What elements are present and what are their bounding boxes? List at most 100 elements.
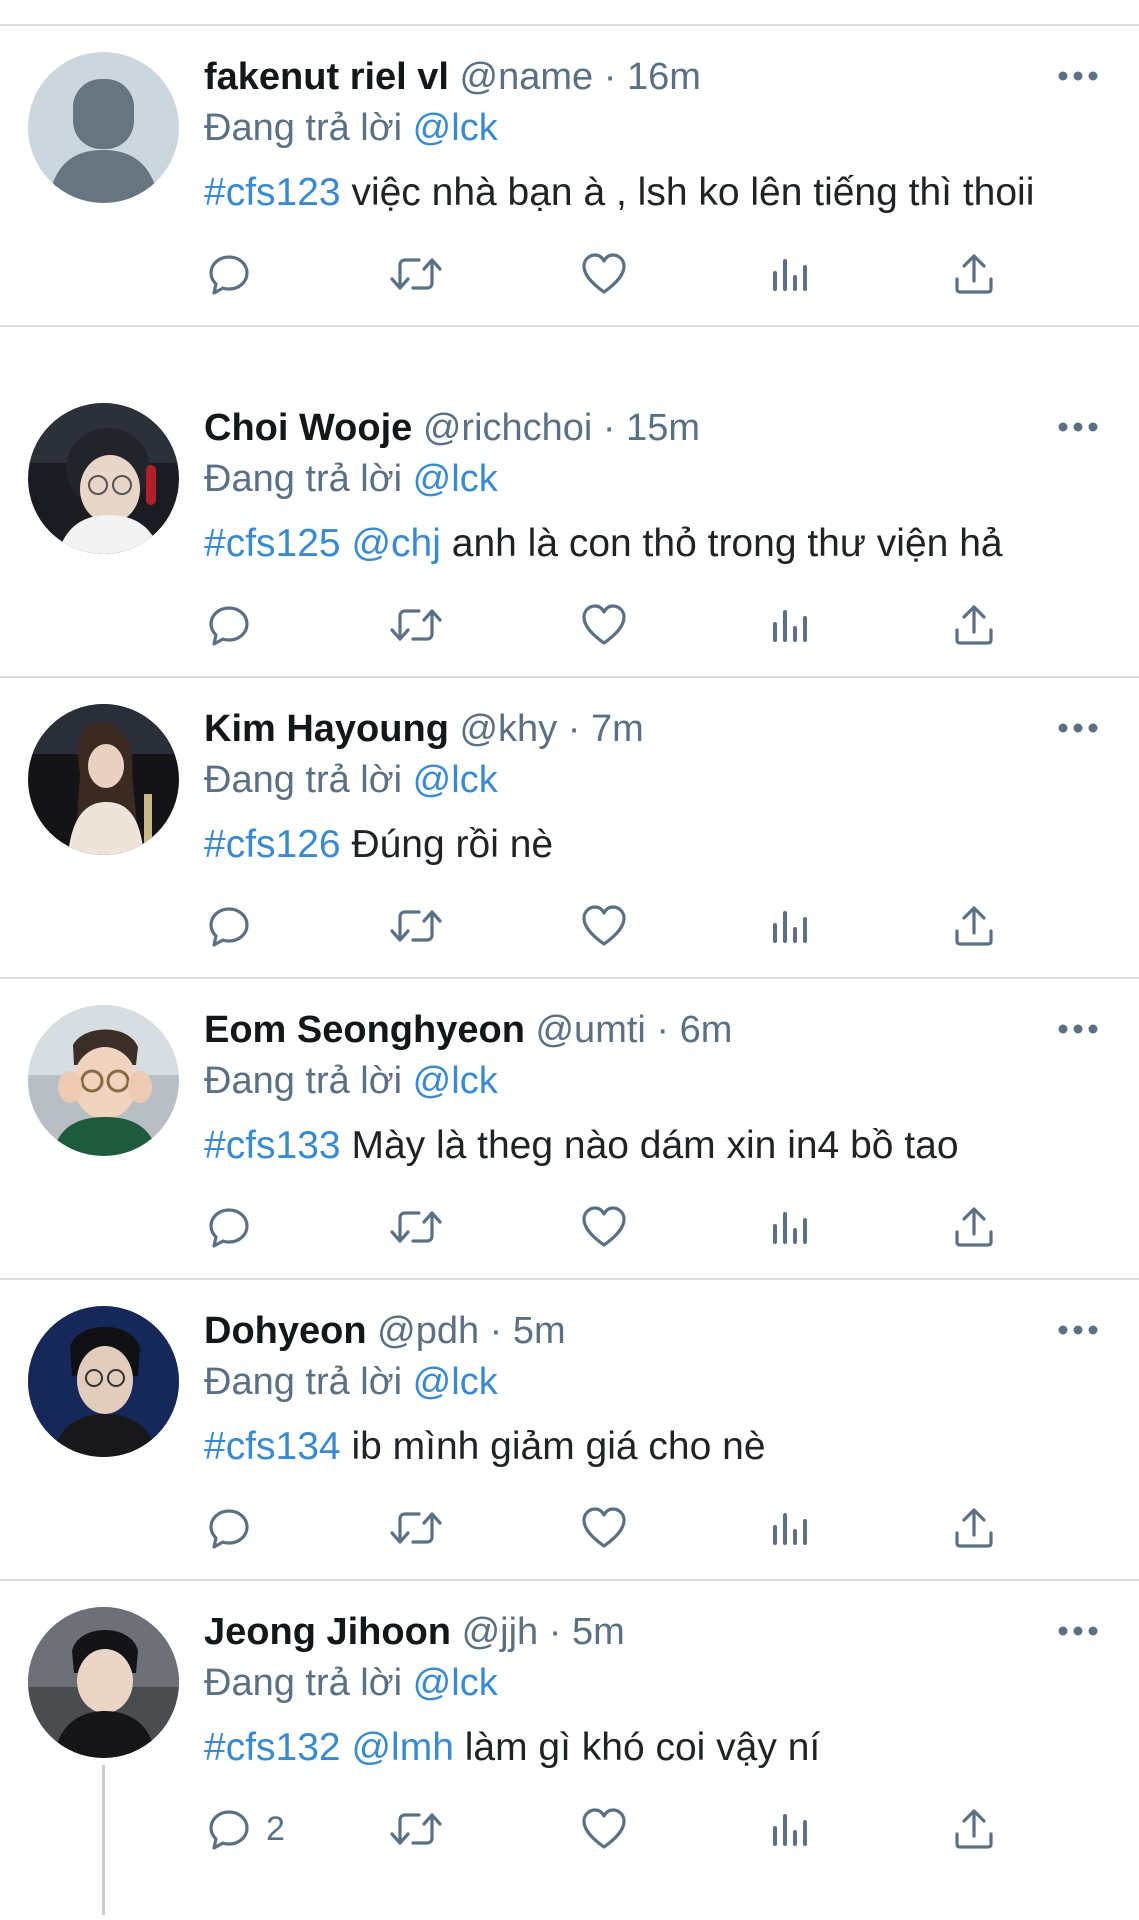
share-button[interactable] [952, 595, 996, 655]
tweet[interactable]: Jeong Jihoon @jjh · 5m Đang trả lời @lck… [0, 1581, 1139, 1920]
hashtag-link[interactable]: #cfs134 [204, 1425, 341, 1468]
retweet-button[interactable] [389, 244, 443, 304]
more-icon[interactable] [1056, 66, 1100, 86]
share-button[interactable] [952, 1799, 996, 1859]
retweet-button[interactable] [389, 595, 443, 655]
reply-button[interactable] [206, 244, 252, 304]
reply-button[interactable]: 2 [206, 1799, 285, 1859]
replying-to: Đang trả lời @lck [204, 1056, 498, 1106]
timestamp[interactable]: 6m [680, 1009, 733, 1051]
share-button[interactable] [952, 1197, 996, 1257]
timestamp[interactable]: 5m [572, 1611, 625, 1653]
more-icon[interactable] [1056, 1621, 1100, 1641]
reply-button[interactable] [206, 595, 252, 655]
tweet[interactable]: Choi Wooje @richchoi · 15m Đang trả lời … [0, 377, 1139, 678]
views-button[interactable] [770, 1197, 810, 1257]
tweet[interactable]: Eom Seonghyeon @umti · 6m Đang trả lời @… [0, 979, 1139, 1280]
like-button[interactable] [580, 1197, 628, 1257]
views-button[interactable] [770, 1498, 810, 1558]
tweet[interactable]: fakenut riel vl @name · 16m Đang trả lời… [0, 26, 1139, 327]
action-bar: 2 [0, 1799, 1139, 1859]
share-icon [952, 251, 996, 297]
display-name[interactable]: Kim Hayoung [204, 708, 449, 750]
avatar-dohyeon[interactable] [28, 1306, 179, 1457]
user-handle[interactable]: @richchoi [423, 407, 593, 449]
display-name[interactable]: fakenut riel vl [204, 56, 449, 98]
like-button[interactable] [580, 1799, 628, 1859]
action-bar [0, 244, 1139, 304]
timestamp[interactable]: 15m [626, 407, 700, 449]
retweet-button[interactable] [389, 1498, 443, 1558]
reply-icon [206, 1204, 252, 1250]
retweet-button[interactable] [389, 896, 443, 956]
replying-to-mention[interactable]: @lck [413, 1361, 498, 1403]
retweet-button[interactable] [389, 1197, 443, 1257]
reply-button[interactable] [206, 896, 252, 956]
hashtag-link[interactable]: #cfs125 [204, 522, 341, 565]
timestamp[interactable]: 16m [627, 56, 701, 98]
tweet-text: #cfs133 Mày là theg nào dám xin in4 bồ t… [204, 1121, 1084, 1171]
mention-link[interactable]: @chj [351, 522, 440, 565]
tweet-text: #cfs134 ib mình giảm giá cho nè [204, 1422, 1084, 1472]
views-button[interactable] [770, 595, 810, 655]
avatar-choi-wooje[interactable] [28, 403, 179, 554]
retweet-icon [389, 1204, 443, 1250]
tweet-body: Đúng rồi nè [351, 823, 554, 866]
display-name[interactable]: Jeong Jihoon [204, 1611, 451, 1653]
more-icon[interactable] [1056, 718, 1100, 738]
share-button[interactable] [952, 244, 996, 304]
user-handle[interactable]: @name [460, 56, 594, 98]
mention-link[interactable]: @lmh [351, 1726, 453, 1769]
replying-to-mention[interactable]: @lck [413, 1662, 498, 1704]
reply-button[interactable] [206, 1197, 252, 1257]
display-name[interactable]: Eom Seonghyeon [204, 1009, 525, 1051]
replying-to-mention[interactable]: @lck [413, 1060, 498, 1102]
tweet-header: Choi Wooje @richchoi · 15m [204, 403, 700, 453]
more-icon[interactable] [1056, 417, 1100, 437]
user-handle[interactable]: @pdh [377, 1310, 479, 1352]
tweet-text: #cfs132 @lmh làm gì khó coi vậy ní [204, 1723, 1084, 1773]
retweet-icon [389, 903, 443, 949]
share-button[interactable] [952, 896, 996, 956]
views-icon [770, 1806, 810, 1852]
user-handle[interactable]: @jjh [462, 1611, 539, 1653]
replying-to-mention[interactable]: @lck [413, 458, 498, 500]
hashtag-link[interactable]: #cfs133 [204, 1124, 341, 1167]
tweet-divider [0, 325, 1139, 327]
hashtag-link[interactable]: #cfs123 [204, 171, 341, 214]
views-icon [770, 251, 810, 297]
timestamp[interactable]: 7m [591, 708, 644, 750]
views-button[interactable] [770, 1799, 810, 1859]
tweet-header: Kim Hayoung @khy · 7m [204, 704, 644, 754]
avatar-jeong-jihoon[interactable] [28, 1607, 179, 1758]
timestamp[interactable]: 5m [513, 1310, 566, 1352]
like-button[interactable] [580, 896, 628, 956]
like-button[interactable] [580, 595, 628, 655]
more-icon[interactable] [1056, 1320, 1100, 1340]
like-button[interactable] [580, 244, 628, 304]
hashtag-link[interactable]: #cfs126 [204, 823, 341, 866]
share-button[interactable] [952, 1498, 996, 1558]
views-button[interactable] [770, 244, 810, 304]
reply-button[interactable] [206, 1498, 252, 1558]
hashtag-link[interactable]: #cfs132 [204, 1726, 341, 1769]
like-button[interactable] [580, 1498, 628, 1558]
display-name[interactable]: Choi Wooje [204, 407, 412, 449]
views-button[interactable] [770, 896, 810, 956]
tweet[interactable]: Kim Hayoung @khy · 7m Đang trả lời @lck … [0, 678, 1139, 979]
tweet[interactable]: Dohyeon @pdh · 5m Đang trả lời @lck #cfs… [0, 1280, 1139, 1581]
avatar-eom-seonghyeon[interactable] [28, 1005, 179, 1156]
user-handle[interactable]: @umti [535, 1009, 645, 1051]
user-handle[interactable]: @khy [459, 708, 557, 750]
avatar-default[interactable] [28, 52, 179, 203]
views-icon [770, 602, 810, 648]
replying-to-mention[interactable]: @lck [413, 107, 498, 149]
display-name[interactable]: Dohyeon [204, 1310, 367, 1352]
retweet-button[interactable] [389, 1799, 443, 1859]
tweet-body: việc nhà bạn à , lsh ko lên tiếng thì th… [351, 171, 1035, 214]
replying-to-mention[interactable]: @lck [413, 759, 498, 801]
action-bar [0, 595, 1139, 655]
avatar-kim-hayoung[interactable] [28, 704, 179, 855]
retweet-icon [389, 1806, 443, 1852]
more-icon[interactable] [1056, 1019, 1100, 1039]
